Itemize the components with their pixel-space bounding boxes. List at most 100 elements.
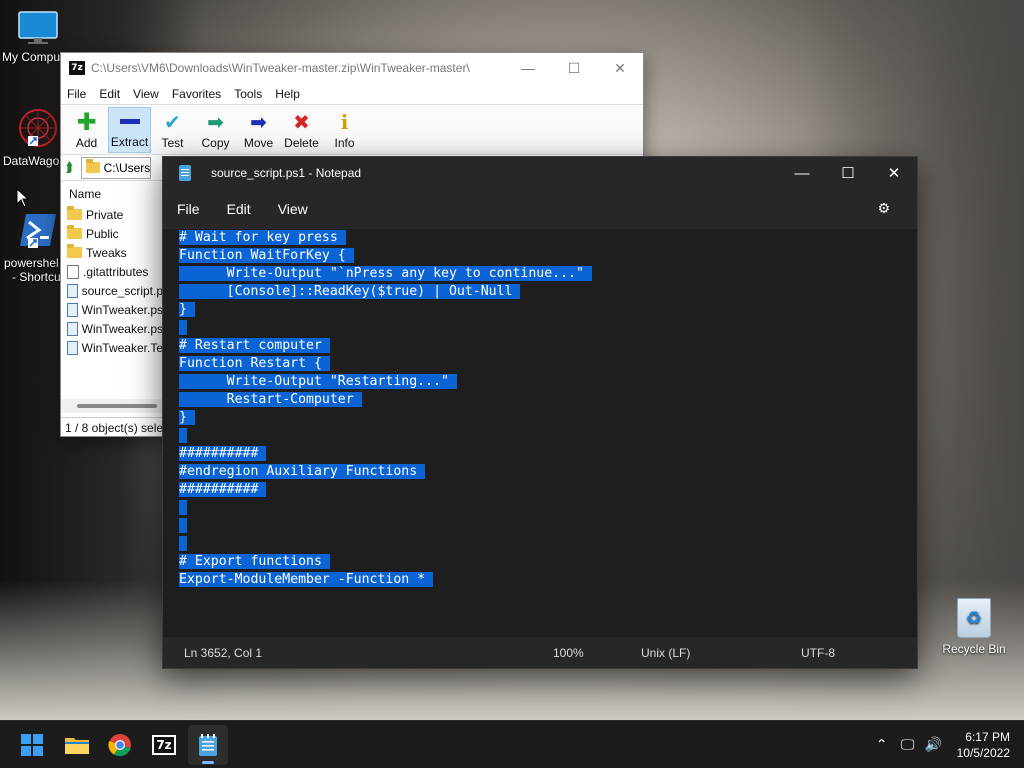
close-button[interactable]: ✕: [597, 53, 643, 83]
folder-icon: [67, 206, 82, 220]
file-name: source_script.p: [81, 283, 163, 298]
check-icon: ✔: [164, 110, 181, 134]
info-label: Info: [334, 136, 355, 150]
list-item[interactable]: .gitattributes: [61, 262, 163, 281]
info-button[interactable]: i Info: [323, 107, 366, 153]
arrow-right-icon: ➡: [207, 110, 224, 134]
delete-label: Delete: [284, 136, 319, 150]
address-input[interactable]: C:\Users: [81, 156, 152, 179]
code-line: Export-ModuleMember -Function *: [179, 571, 917, 589]
file-name: WinTweaker.ps: [81, 321, 163, 336]
code-line: # Restart computer: [179, 337, 917, 355]
taskbar-file-explorer[interactable]: [57, 725, 97, 765]
list-item[interactable]: WinTweaker.ps: [61, 319, 163, 338]
taskbar-notepad[interactable]: [188, 725, 228, 765]
delete-button[interactable]: ✖ Delete: [280, 107, 323, 153]
list-item[interactable]: source_script.p: [61, 281, 163, 300]
up-folder-icon[interactable]: ⮭: [65, 160, 73, 176]
minimize-button[interactable]: —: [779, 157, 825, 189]
list-item[interactable]: Tweaks: [61, 243, 163, 262]
7zip-titlebar[interactable]: 7z C:\Users\VM6\Downloads\WinTweaker-mas…: [61, 53, 643, 83]
test-button[interactable]: ✔ Test: [151, 107, 194, 153]
maximize-button[interactable]: ☐: [825, 157, 871, 189]
notepad-icon: [199, 734, 217, 756]
notepad-titlebar[interactable]: source_script.ps1 - Notepad — ☐ ✕: [163, 157, 917, 189]
menu-favorites[interactable]: Favorites: [172, 87, 221, 101]
cursor-position: Ln 3652, Col 1: [184, 646, 263, 660]
close-button[interactable]: ✕: [871, 157, 917, 189]
selected-text: # Restart computer: [179, 338, 330, 353]
menu-edit[interactable]: Edit: [227, 201, 251, 217]
arrow-right-icon: ➡: [250, 110, 267, 134]
selected-text: Function WaitForKey {: [179, 248, 354, 263]
code-line: Write-Output "`nPress any key to continu…: [179, 265, 917, 283]
selected-text: # Wait for key press: [179, 230, 346, 245]
chrome-icon: [108, 734, 131, 757]
menu-view[interactable]: View: [133, 87, 159, 101]
line-ending: Unix (LF): [641, 646, 691, 660]
code-line: ##########: [179, 481, 917, 499]
selected-text: [179, 536, 187, 551]
text-editor[interactable]: # Wait for key press Function WaitForKey…: [163, 229, 917, 637]
extract-button[interactable]: Extract: [108, 107, 151, 153]
chevron-up-icon[interactable]: ⌃: [869, 737, 895, 753]
copy-button[interactable]: ➡ Copy: [194, 107, 237, 153]
taskbar-chrome[interactable]: [100, 725, 140, 765]
code-line: [179, 517, 917, 535]
network-icon[interactable]: 🖵: [895, 737, 921, 753]
menu-file[interactable]: File: [177, 201, 200, 217]
notepad-window[interactable]: source_script.ps1 - Notepad — ☐ ✕ File E…: [162, 156, 918, 669]
window-title: C:\Users\VM6\Downloads\WinTweaker-master…: [91, 61, 470, 75]
zoom-level: 100%: [553, 646, 584, 660]
code-line: ##########: [179, 445, 917, 463]
7zip-status-bar: 1 / 8 object(s) selec: [61, 417, 163, 437]
recycle-bin-icon: [957, 598, 991, 638]
selected-text: [179, 500, 187, 515]
start-button[interactable]: [12, 725, 52, 765]
file-name: .gitattributes: [83, 264, 149, 279]
scrollbar-thumb[interactable]: [77, 404, 157, 408]
extract-label: Extract: [110, 135, 149, 149]
list-item[interactable]: Private: [61, 205, 163, 224]
column-header-name[interactable]: Name: [61, 183, 163, 205]
menu-help[interactable]: Help: [275, 87, 300, 101]
selected-text: Write-Output "`nPress any key to continu…: [179, 266, 592, 281]
maximize-button[interactable]: ☐: [551, 53, 597, 83]
windows-logo-icon: [21, 734, 43, 756]
selected-text: }: [179, 410, 195, 425]
list-item[interactable]: WinTweaker.Te: [61, 338, 163, 357]
selected-text: Export-ModuleMember -Function *: [179, 572, 434, 587]
menu-view[interactable]: View: [278, 201, 308, 217]
menu-tools[interactable]: Tools: [234, 87, 262, 101]
menu-file[interactable]: File: [67, 87, 86, 101]
minimize-button[interactable]: —: [505, 53, 551, 83]
volume-icon[interactable]: 🔊: [921, 737, 947, 753]
list-item[interactable]: Public: [61, 224, 163, 243]
selected-text: ##########: [179, 446, 267, 461]
code-line: [179, 427, 917, 445]
desktop-icon-recycle-bin[interactable]: Recycle Bin: [936, 598, 1012, 656]
add-button[interactable]: ✚ Add: [65, 107, 108, 153]
code-line: [179, 499, 917, 517]
code-line: # Export functions: [179, 553, 917, 571]
code-line: [179, 319, 917, 337]
7zip-icon: 7z: [152, 735, 176, 755]
code-line: Function WaitForKey {: [179, 247, 917, 265]
window-title: source_script.ps1 - Notepad: [211, 166, 362, 180]
taskbar-7zip[interactable]: 7z: [144, 725, 184, 765]
info-icon: i: [340, 110, 349, 134]
move-label: Move: [243, 136, 274, 150]
add-label: Add: [75, 136, 98, 150]
folder-icon: [67, 244, 82, 258]
horizontal-scrollbar[interactable]: [61, 399, 163, 413]
list-item[interactable]: WinTweaker.ps: [61, 300, 163, 319]
address-text: C:\Users: [103, 160, 151, 175]
gear-icon[interactable]: ⚙: [877, 201, 890, 217]
move-button[interactable]: ➡ Move: [237, 107, 280, 153]
clock[interactable]: 6:17 PM 10/5/2022: [947, 729, 1024, 761]
file-name: Public: [86, 226, 119, 241]
folder-icon: [65, 738, 89, 754]
code-line: Function Restart {: [179, 355, 917, 373]
copy-label: Copy: [201, 136, 230, 150]
menu-edit[interactable]: Edit: [99, 87, 120, 101]
